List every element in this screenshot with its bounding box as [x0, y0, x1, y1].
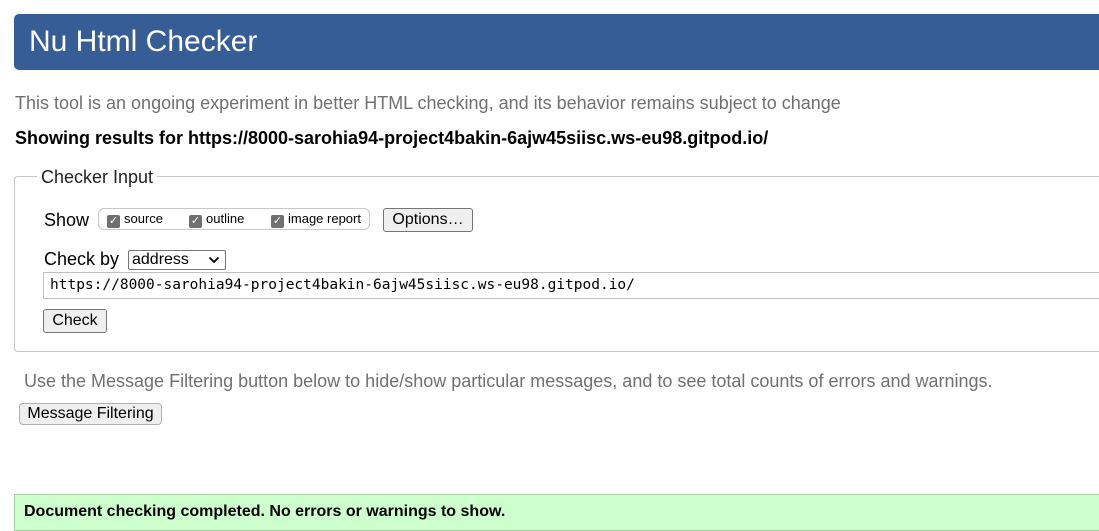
- image-report-label: image report: [288, 211, 361, 226]
- checker-input-fieldset: Checker Input Show ✓ source ✓ outline ✓ ima…: [14, 166, 1099, 352]
- image-report-checkbox[interactable]: ✓: [271, 215, 284, 228]
- source-label: source: [124, 211, 164, 226]
- filtering-instructions: Use the Message Filtering button below t…: [24, 371, 993, 391]
- url-input[interactable]: https://8000-sarohia94-project4bakin-6aj…: [43, 272, 1099, 299]
- status-message: Document checking completed. No errors o…: [24, 503, 506, 520]
- show-image-report-option[interactable]: ✓ image report: [271, 210, 361, 228]
- show-outline-option[interactable]: ✓ outline: [189, 210, 244, 228]
- message-filtering-button[interactable]: Message Filtering: [19, 403, 162, 425]
- outline-label: outline: [206, 211, 245, 226]
- app-title: Nu Html Checker: [29, 25, 258, 58]
- intro-text: This tool is an ongoing experiment in be…: [15, 93, 841, 113]
- options-button[interactable]: Options…: [383, 208, 473, 232]
- results-heading: Showing results for https://8000-sarohia…: [15, 128, 769, 148]
- checker-input-legend: Checker Input: [37, 166, 158, 188]
- check-button[interactable]: Check: [43, 309, 107, 333]
- show-label: Show: [44, 210, 90, 230]
- source-checkbox[interactable]: ✓: [107, 215, 120, 228]
- app-header: Nu Html Checker: [14, 14, 1099, 70]
- check-by-selected: address: [132, 251, 189, 268]
- show-source-option[interactable]: ✓ source: [107, 210, 163, 228]
- check-by-select[interactable]: address: [128, 250, 226, 270]
- outline-checkbox[interactable]: ✓: [189, 215, 202, 228]
- success-status-bar: Document checking completed. No errors o…: [14, 494, 1099, 531]
- show-options-group: ✓ source ✓ outline ✓ image report: [98, 208, 370, 230]
- chevron-down-icon: [208, 251, 220, 274]
- check-by-label: Check by: [44, 249, 120, 269]
